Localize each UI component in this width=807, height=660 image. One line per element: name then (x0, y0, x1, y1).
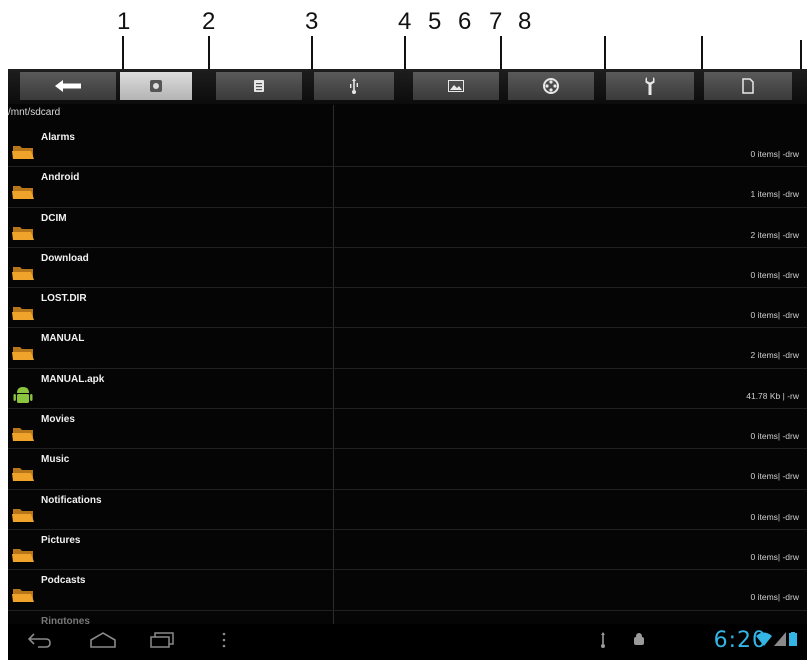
back-nav-icon[interactable] (27, 632, 52, 653)
callout-5: 5 (428, 8, 442, 35)
folder-icon (12, 224, 34, 241)
folder-icon (12, 465, 34, 482)
android-apk-icon (12, 385, 34, 403)
list-item[interactable]: Notifications 0 items| -drw (8, 490, 807, 530)
list-item[interactable]: MANUAL 2 items| -drw (8, 328, 807, 369)
back-arrow-icon (55, 80, 81, 92)
file-name: Podcasts (41, 575, 86, 587)
list-item[interactable]: Android 1 items| -drw (8, 167, 807, 208)
tab-sd-card[interactable] (120, 72, 192, 100)
usb-status-icon (598, 632, 608, 653)
wrench-icon (645, 77, 655, 95)
file-name: Pictures (41, 534, 81, 546)
folder-icon (12, 183, 34, 200)
signal-icon (774, 632, 786, 651)
list-item[interactable]: Podcasts 0 items| -drw (8, 570, 807, 611)
file-meta: 2 items| -drw (750, 229, 800, 240)
callout-3: 3 (305, 8, 319, 35)
file-name: MANUAL.apk (41, 373, 105, 385)
file-meta: 0 items| -drw (750, 310, 800, 321)
list-item[interactable]: Pictures 0 items| -drw (8, 530, 807, 571)
list-item[interactable]: Music 0 items| -drw (8, 449, 807, 490)
file-name: Movies (41, 414, 75, 426)
tab-usb[interactable] (314, 72, 394, 100)
file-meta: 0 items| -drw (750, 149, 800, 159)
file-meta: 0 items| -drw (750, 471, 800, 482)
file-list: Alarms 0 items| -drw Android 1 items| -drw D… (8, 127, 807, 651)
file-meta: 0 items| -drw (750, 592, 800, 603)
file-name: Android (41, 172, 80, 184)
callout-1: 1 (117, 8, 131, 35)
list-item[interactable]: LOST.DIR 0 items| -drw (8, 288, 807, 329)
tab-images[interactable] (413, 72, 499, 100)
battery-icon (789, 632, 797, 651)
blank-page-icon (742, 78, 754, 94)
recent-apps-nav-icon[interactable] (150, 632, 174, 653)
image-icon (448, 80, 464, 92)
tab-files[interactable] (704, 72, 792, 100)
callout-7: 7 (489, 8, 503, 35)
file-meta: 0 items| -drw (750, 269, 800, 280)
list-item[interactable]: Movies 0 items| -drw (8, 409, 807, 450)
folder-icon (12, 304, 34, 321)
file-name: MANUAL (41, 333, 85, 345)
file-name: Notifications (41, 494, 102, 506)
tab-videos[interactable] (508, 72, 594, 100)
callout-8: 8 (518, 8, 532, 35)
folder-icon (12, 143, 34, 160)
file-name: Music (41, 454, 70, 466)
file-meta: 0 items| -drw (750, 551, 800, 562)
film-reel-icon (543, 78, 559, 94)
sd-card-icon (149, 79, 163, 93)
wifi-icon (756, 632, 772, 651)
file-meta: 2 items| -drw (750, 350, 800, 361)
callout-6: 6 (458, 8, 472, 35)
document-icon (253, 79, 265, 93)
list-item[interactable]: Download 0 items| -drw (8, 248, 807, 289)
list-item[interactable]: MANUAL.apk 41.78 Kb | -rw (8, 369, 807, 410)
home-nav-icon[interactable] (90, 632, 116, 653)
callout-2: 2 (202, 8, 216, 35)
file-manager-screen: /mnt/sdcard Alarms 0 items| -drw Android 1 … (8, 69, 807, 660)
usb-icon (349, 78, 359, 94)
folder-icon (12, 264, 34, 281)
tab-tools[interactable] (606, 72, 694, 100)
list-item[interactable]: Alarms 0 items| -drw (8, 127, 807, 168)
file-name: DCIM (41, 212, 67, 224)
menu-dots-icon[interactable] (222, 632, 226, 653)
toolbar (8, 69, 807, 104)
back-button[interactable] (20, 72, 116, 100)
list-item[interactable]: DCIM 2 items| -drw (8, 208, 807, 248)
file-name: Download (41, 252, 89, 264)
current-path: /mnt/sdcard (8, 107, 61, 118)
folder-icon (12, 546, 34, 563)
folder-icon (12, 586, 34, 603)
callout-annotations: 1 2 3 4 5 6 7 8 (0, 0, 807, 80)
file-meta: 41.78 Kb | -rw (746, 390, 799, 401)
file-name: Alarms (41, 132, 75, 143)
folder-icon (12, 425, 34, 442)
folder-icon (12, 506, 34, 523)
file-meta: 1 items| -drw (750, 189, 800, 200)
system-navigation-bar: 6:20 (8, 624, 807, 660)
tab-documents[interactable] (216, 72, 302, 100)
android-debug-icon (632, 632, 646, 653)
file-meta: 0 items| -drw (750, 511, 800, 522)
file-meta: 0 items| -drw (750, 431, 800, 442)
folder-icon (12, 344, 34, 361)
file-name: LOST.DIR (41, 293, 87, 305)
callout-4: 4 (398, 8, 412, 35)
